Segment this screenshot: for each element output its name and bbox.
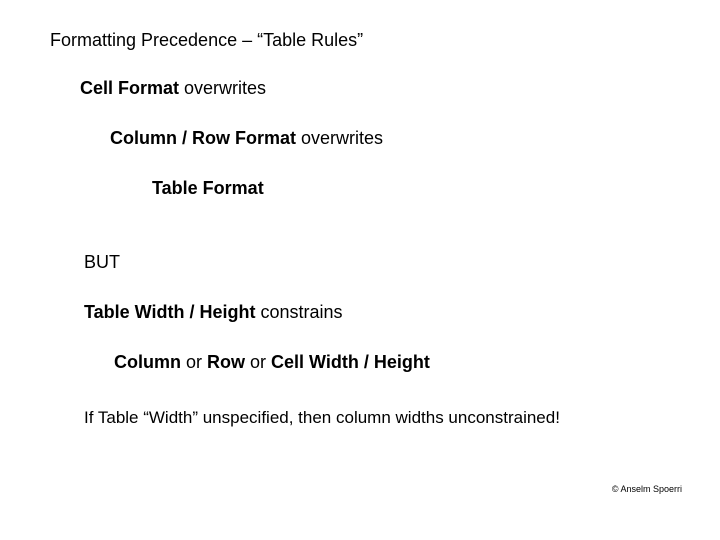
column-label: Column	[114, 352, 181, 372]
or-2: or	[245, 352, 271, 372]
constraint-line-2: Column or Row or Cell Width / Height	[114, 352, 430, 373]
table-format-label: Table Format	[152, 178, 264, 198]
column-row-format-label: Column / Row Format	[110, 128, 296, 148]
but-label: BUT	[84, 252, 120, 273]
or-1: or	[181, 352, 207, 372]
table-width-height-label: Table Width / Height	[84, 302, 256, 322]
footnote: If Table “Width” unspecified, then colum…	[84, 408, 560, 428]
copyright: © Anselm Spoerri	[612, 484, 682, 494]
constrains-label: constrains	[256, 302, 343, 322]
overwrites-2: overwrites	[296, 128, 383, 148]
constraint-line-1: Table Width / Height constrains	[84, 302, 343, 323]
cell-width-height-label: Cell Width / Height	[271, 352, 430, 372]
row-label: Row	[207, 352, 245, 372]
slide: Formatting Precedence – “Table Rules” Ce…	[0, 0, 720, 540]
cell-format-label: Cell Format	[80, 78, 179, 98]
precedence-line-2: Column / Row Format overwrites	[110, 128, 383, 149]
overwrites-1: overwrites	[179, 78, 266, 98]
precedence-line-1: Cell Format overwrites	[80, 78, 266, 99]
precedence-line-3: Table Format	[152, 178, 264, 199]
slide-title: Formatting Precedence – “Table Rules”	[50, 30, 363, 51]
